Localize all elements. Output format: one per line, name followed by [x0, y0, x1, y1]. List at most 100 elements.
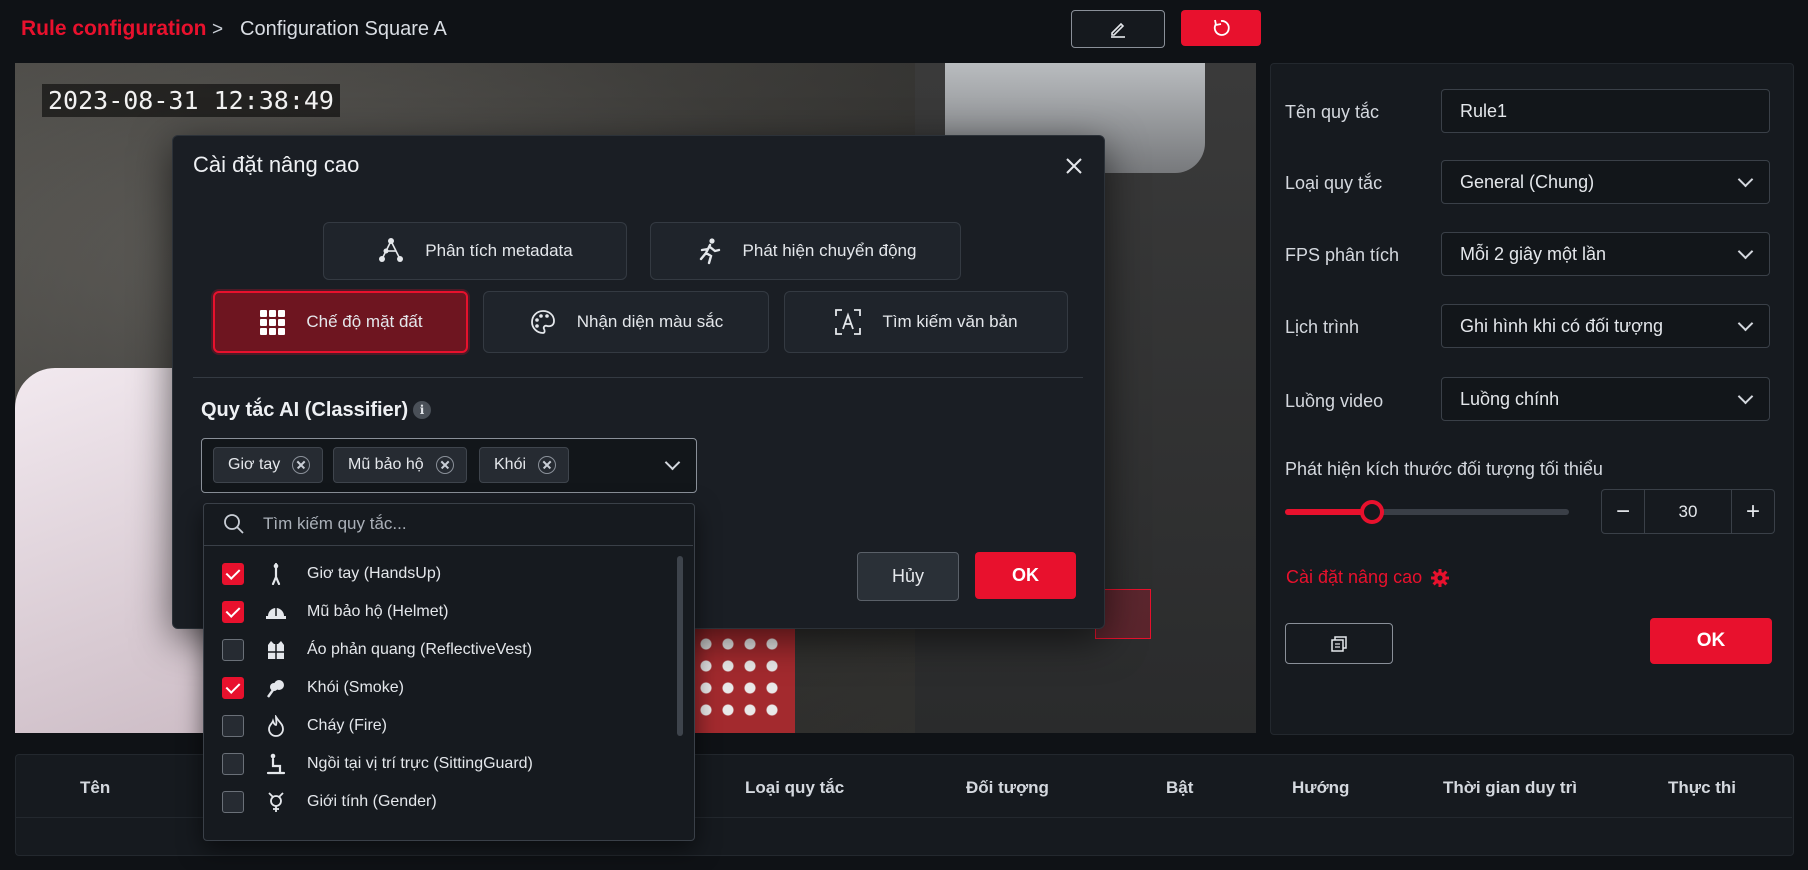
- edit-button[interactable]: [1071, 10, 1165, 48]
- table-header-enabled: Bật: [1166, 778, 1194, 797]
- list-item[interactable]: Mũ bảo hộ (Helmet): [203, 593, 673, 631]
- tile-label: Phát hiện chuyển động: [742, 241, 917, 260]
- tile-ground-mode[interactable]: Chế độ mặt đất: [213, 291, 468, 353]
- table-header-direction: Hướng: [1292, 778, 1350, 797]
- text-scan-icon: [835, 309, 862, 335]
- panel-ok-button[interactable]: OK: [1650, 618, 1772, 664]
- min-size-stepper: − 30 +: [1601, 489, 1775, 534]
- hands-up-person-icon: [271, 563, 281, 585]
- reset-button[interactable]: [1181, 10, 1261, 46]
- min-size-label: Phát hiện kích thước đối tượng tối thiểu: [1285, 459, 1603, 479]
- checkbox[interactable]: [222, 601, 244, 623]
- table-header-object: Đối tượng: [966, 778, 1049, 797]
- pencil-icon: [1111, 22, 1125, 38]
- item-label: Giới tính (Gender): [307, 793, 437, 810]
- checkbox[interactable]: [222, 639, 244, 661]
- list-item[interactable]: Cháy (Fire): [203, 707, 673, 745]
- metadata-graph-icon: [379, 238, 404, 262]
- list-item[interactable]: Áo phản quang (ReflectiveVest): [203, 631, 673, 669]
- modal-title: Cài đặt nâng cao: [193, 152, 360, 177]
- refresh-icon: [1213, 19, 1230, 36]
- item-label: Ngồi tại vị trí trực (SittingGuard): [307, 755, 533, 772]
- remove-chip-icon[interactable]: [435, 456, 454, 474]
- fps-value: Mỗi 2 giây một lần: [1460, 243, 1607, 264]
- dropdown-scrollbar[interactable]: [677, 556, 683, 736]
- advanced-settings-link[interactable]: Cài đặt nâng cao: [1286, 567, 1450, 588]
- remove-chip-icon[interactable]: [292, 456, 311, 474]
- tile-color-recognition[interactable]: Nhận diện màu sắc: [483, 291, 769, 353]
- copy-icon: [1331, 635, 1347, 652]
- sitting-person-icon: [266, 753, 286, 775]
- fps-select[interactable]: Mỗi 2 giây một lần: [1441, 232, 1770, 276]
- item-label: Áo phản quang (ReflectiveVest): [307, 641, 533, 658]
- list-item[interactable]: Giới tính (Gender): [203, 783, 673, 821]
- remove-chip-icon[interactable]: [538, 456, 557, 474]
- rule-name-label: Tên quy tắc: [1285, 102, 1380, 122]
- list-item[interactable]: Ngồi tại vị trí trực (SittingGuard): [203, 745, 673, 783]
- fire-icon: [268, 715, 284, 737]
- list-item[interactable]: Giơ tay (HandsUp): [203, 555, 673, 593]
- table-header-rule-type: Loại quy tắc: [745, 778, 845, 797]
- video-timestamp: 2023-08-31 12:38:49: [42, 84, 340, 117]
- chevron-down-icon: [1737, 243, 1754, 260]
- chip-smoke: Khói: [479, 447, 570, 483]
- rule-type-value: General (Chung): [1460, 171, 1595, 192]
- decrement-button[interactable]: −: [1602, 490, 1644, 533]
- list-item[interactable]: Khói (Smoke): [203, 669, 673, 707]
- rule-name-input[interactable]: Rule1: [1441, 89, 1770, 133]
- checkbox[interactable]: [222, 563, 244, 585]
- schedule-value: Ghi hình khi có đối tượng: [1460, 315, 1663, 336]
- schedule-select[interactable]: Ghi hình khi có đối tượng: [1441, 304, 1770, 348]
- chip-label: Giơ tay: [228, 456, 281, 473]
- modal-ok-button[interactable]: OK: [975, 552, 1076, 599]
- checkbox[interactable]: [222, 677, 244, 699]
- chevron-down-icon: [1737, 388, 1754, 405]
- tile-motion-detection[interactable]: Phát hiện chuyển động: [650, 222, 961, 280]
- item-label: Mũ bảo hộ (Helmet): [307, 603, 449, 620]
- tile-metadata-analysis[interactable]: Phân tích metadata: [323, 222, 627, 280]
- close-icon[interactable]: [1063, 155, 1085, 177]
- breadcrumb-separator: >: [212, 19, 224, 40]
- chip-helmet: Mũ bảo hộ: [333, 447, 467, 483]
- tile-label: Phân tích metadata: [425, 241, 573, 260]
- smoke-icon: [267, 680, 284, 698]
- ai-classifier-title: Quy tắc AI (Classifier): [201, 399, 409, 421]
- checkbox[interactable]: [222, 791, 244, 813]
- info-icon[interactable]: i: [413, 401, 431, 419]
- chevron-down-icon: [1737, 315, 1754, 332]
- item-label: Giơ tay (HandsUp): [307, 565, 442, 582]
- helmet-icon: [266, 608, 286, 619]
- table-header-duration: Thời gian duy trì: [1443, 778, 1577, 797]
- rule-type-select[interactable]: General (Chung): [1441, 160, 1770, 204]
- stream-value: Luồng chính: [1460, 388, 1560, 409]
- modal-cancel-button[interactable]: Hủy: [857, 552, 959, 601]
- grid-icon: [260, 310, 286, 335]
- table-header-action: Thực thi: [1668, 778, 1737, 797]
- gear-icon: [1431, 568, 1450, 587]
- increment-button[interactable]: +: [1732, 490, 1774, 533]
- min-size-slider-fill: [1285, 509, 1370, 515]
- breadcrumb-root[interactable]: Rule configuration: [21, 17, 207, 41]
- copy-button[interactable]: [1285, 623, 1393, 664]
- breadcrumb-current: Configuration Square A: [240, 18, 447, 40]
- min-size-slider-thumb[interactable]: [1360, 500, 1384, 524]
- min-size-value[interactable]: 30: [1644, 490, 1732, 533]
- chevron-down-icon: [1737, 171, 1754, 188]
- checkbox[interactable]: [222, 753, 244, 775]
- chip-hands-up: Giơ tay: [213, 447, 324, 483]
- rule-type-label: Loại quy tắc: [1285, 173, 1383, 193]
- search-icon: [224, 514, 244, 534]
- stream-select[interactable]: Luồng chính: [1441, 377, 1770, 421]
- advanced-settings-label: Cài đặt nâng cao: [1286, 567, 1423, 587]
- checkbox[interactable]: [222, 715, 244, 737]
- tile-label: Chế độ mặt đất: [306, 312, 423, 331]
- rule-name-value: Rule1: [1460, 100, 1508, 121]
- dropdown-search-placeholder: Tìm kiếm quy tắc...: [263, 514, 407, 533]
- gender-icon: [268, 792, 284, 812]
- vest-icon: [268, 641, 284, 659]
- schedule-label: Lịch trình: [1285, 317, 1360, 337]
- tile-text-search[interactable]: Tìm kiếm văn bản: [784, 291, 1068, 353]
- tile-label: Tìm kiếm văn bản: [882, 312, 1018, 331]
- scene-bollard-dots: [695, 633, 785, 723]
- stream-label: Luồng video: [1285, 391, 1384, 411]
